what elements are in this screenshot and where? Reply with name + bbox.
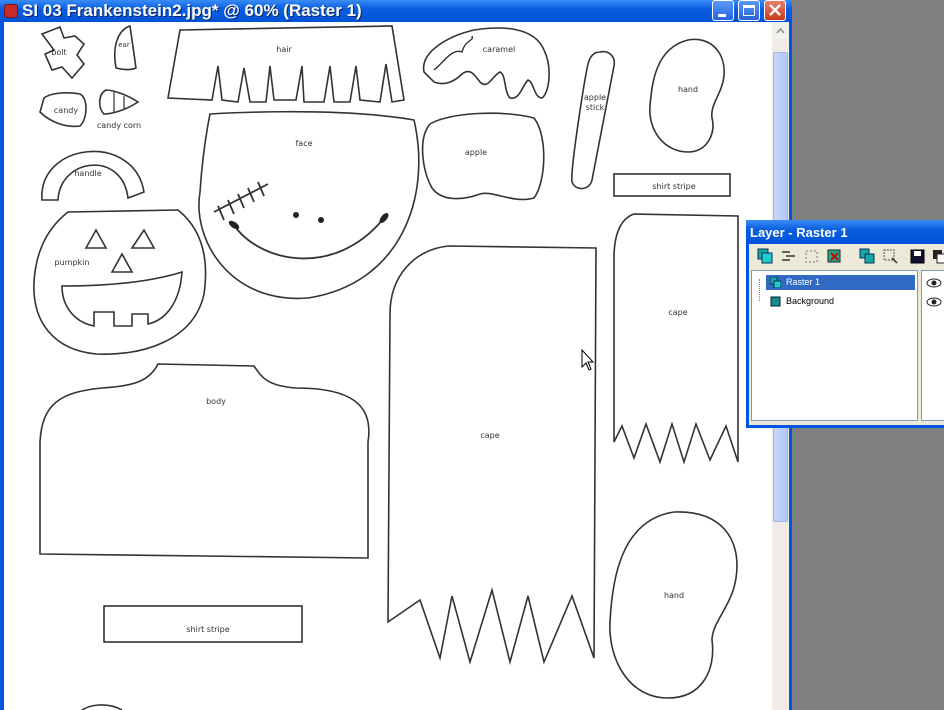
raster-layer-icon xyxy=(770,277,781,288)
shirt-stripe-bottom-label: shirt stripe xyxy=(186,625,229,634)
face-smile xyxy=(231,217,385,260)
layer-palette-body: Raster 1 Background xyxy=(749,244,944,425)
candy-corn-shape xyxy=(98,89,140,115)
new-vector-layer-icon[interactable] xyxy=(780,248,797,265)
layer-list[interactable]: Raster 1 Background xyxy=(751,270,918,421)
apple-stick-label-2: stick xyxy=(586,103,605,112)
ear-label: ear xyxy=(118,41,130,49)
new-raster-layer-icon[interactable] xyxy=(757,248,774,265)
eye-icon[interactable] xyxy=(926,296,942,308)
partial-shape xyxy=(81,704,123,710)
maximize-button[interactable] xyxy=(738,0,760,21)
pumpkin-shape xyxy=(33,209,207,355)
caramel-label: caramel xyxy=(483,45,515,54)
candy-corn-label: candy corn xyxy=(97,121,141,130)
layer-name: Background xyxy=(786,296,835,306)
delete-layer-icon[interactable] xyxy=(826,248,843,265)
caramel-shape xyxy=(423,27,550,99)
pumpkin-mouth xyxy=(61,270,183,327)
mouse-pointer-icon xyxy=(581,349,595,371)
hand-top-shape xyxy=(649,38,725,153)
image-canvas[interactable]: bolt ear candy candy corn hair caramel a… xyxy=(4,22,772,710)
apple-stick-label-1: apple xyxy=(584,93,606,102)
maximize-icon xyxy=(743,5,755,16)
face-label: face xyxy=(295,139,312,148)
hand-top-label: hand xyxy=(678,85,698,94)
chevron-up-icon xyxy=(776,27,785,34)
close-icon xyxy=(769,4,781,16)
save-mask-icon[interactable] xyxy=(909,248,926,265)
apple-stick-shape xyxy=(571,50,616,190)
document-titlebar[interactable]: SI 03 Frankenstein2.jpg* @ 60% (Raster 1… xyxy=(0,0,792,22)
layer-palette: Layer - Raster 1 Raster 1 Background xyxy=(746,220,944,428)
bolt-label: bolt xyxy=(51,48,66,57)
hand-bottom-label: hand xyxy=(664,591,684,600)
cape-center-shape xyxy=(387,245,597,666)
layer-row-raster-1[interactable]: Raster 1 xyxy=(766,275,915,290)
handle-label: handle xyxy=(74,169,101,178)
hair-shape xyxy=(167,25,405,103)
layer-palette-title: Layer - Raster 1 xyxy=(750,225,848,240)
duplicate-layer-icon[interactable] xyxy=(859,248,876,265)
cape-right-shape xyxy=(613,213,739,465)
candy-label: candy xyxy=(54,106,78,115)
background-layer-icon xyxy=(770,296,781,307)
minimize-icon xyxy=(718,14,726,17)
layer-name: Raster 1 xyxy=(786,277,821,287)
layer-row-background[interactable]: Background xyxy=(766,294,915,309)
document-window: SI 03 Frankenstein2.jpg* @ 60% (Raster 1… xyxy=(0,0,792,710)
body-shape xyxy=(39,363,370,559)
body-label: body xyxy=(206,397,226,406)
layer-palette-titlebar[interactable]: Layer - Raster 1 xyxy=(746,220,944,244)
app-icon[interactable] xyxy=(4,4,18,18)
minimize-button[interactable] xyxy=(712,0,734,21)
close-button[interactable] xyxy=(764,0,786,21)
cape-center-label: cape xyxy=(480,431,499,440)
layer-visibility-column xyxy=(921,270,944,421)
face-stitches xyxy=(213,181,269,221)
new-mask-layer-icon[interactable] xyxy=(803,248,820,265)
shirt-stripe-right-label: shirt stripe xyxy=(652,182,695,191)
scroll-up-button[interactable] xyxy=(772,22,789,39)
eye-icon[interactable] xyxy=(926,277,942,289)
cape-right-label: cape xyxy=(668,308,687,317)
apple-label: apple xyxy=(465,148,487,157)
shirt-stripe-bottom-shape xyxy=(103,605,303,643)
tree-connector xyxy=(759,279,760,301)
hand-bottom-shape xyxy=(609,511,738,699)
layer-toolbar xyxy=(749,244,944,270)
promote-layer-icon[interactable] xyxy=(882,248,899,265)
hair-label: hair xyxy=(276,45,292,54)
load-mask-icon[interactable] xyxy=(931,248,944,265)
pumpkin-label: pumpkin xyxy=(55,258,90,267)
document-title: SI 03 Frankenstein2.jpg* @ 60% (Raster 1… xyxy=(22,1,362,20)
